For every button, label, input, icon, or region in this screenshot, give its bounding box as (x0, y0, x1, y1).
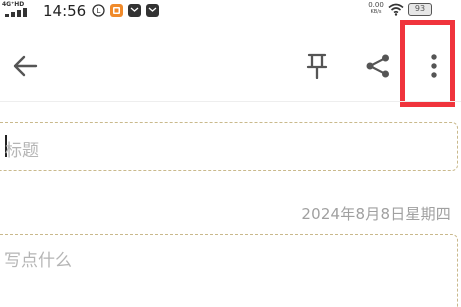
body-input[interactable]: 写点什么 (0, 234, 458, 307)
status-bar: 4G⁺HD 14:56 L 0.00 KB/s 93 (0, 0, 461, 24)
editor-toolbar (0, 36, 461, 96)
highlight-annotation-box (400, 20, 455, 107)
mail-notification-icon (146, 4, 159, 17)
back-button[interactable] (5, 46, 45, 86)
toolbar-divider (0, 101, 461, 102)
network-type: 4G⁺HD (2, 1, 25, 8)
share-icon (366, 54, 389, 78)
pin-button[interactable] (297, 46, 337, 86)
wifi-icon (388, 3, 404, 16)
battery-indicator: 93 (408, 3, 432, 16)
network-speed: 0.00 KB/s (367, 1, 385, 16)
title-input[interactable]: 标题 (0, 122, 458, 171)
signal-strength-icon (5, 8, 27, 17)
svg-text:L: L (97, 7, 101, 15)
note-date: 2024年8月8日星期四 (301, 205, 451, 223)
status-time: 14:56 (43, 2, 87, 20)
title-placeholder: 标题 (5, 141, 39, 161)
body-placeholder: 写点什么 (4, 251, 72, 271)
hd-voice-icon: L (92, 4, 105, 17)
app-notification-icon (110, 4, 123, 17)
share-button[interactable] (358, 46, 398, 86)
pin-icon (306, 53, 328, 79)
network-speed-value: 0.00 (368, 1, 384, 9)
network-speed-unit: KB/s (370, 9, 382, 15)
arrow-left-icon (13, 55, 38, 77)
message-notification-icon (128, 4, 141, 17)
note-editor-screen: 4G⁺HD 14:56 L 0.00 KB/s 93 标题 2024年8月8日星… (0, 0, 461, 307)
